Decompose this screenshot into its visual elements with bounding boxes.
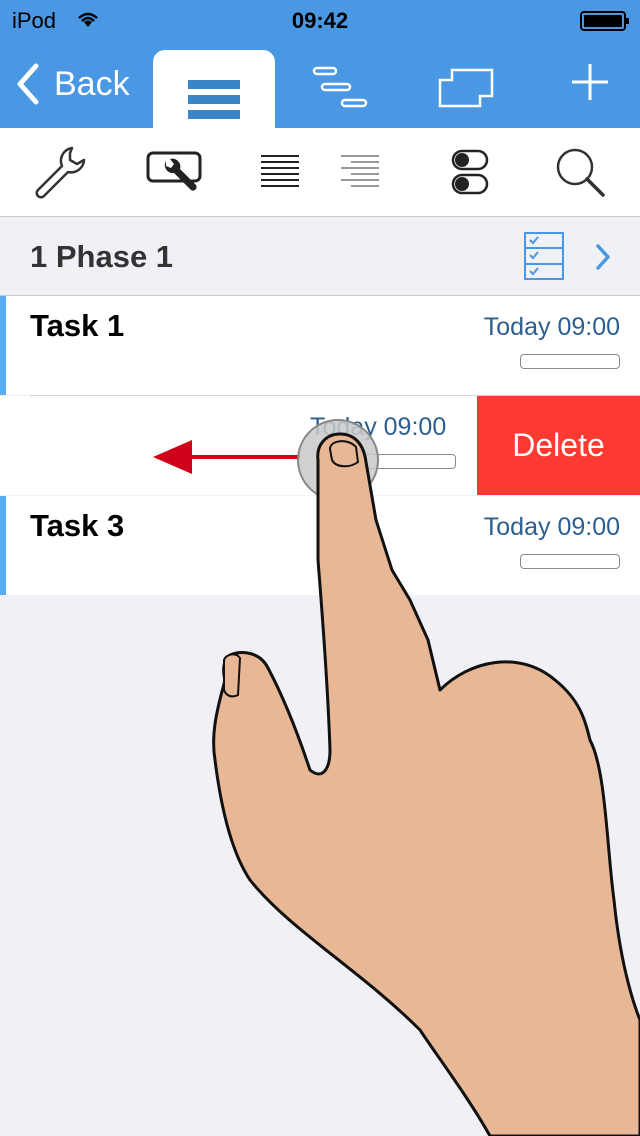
phase-header[interactable]: 1 Phase 1 bbox=[0, 217, 640, 296]
text-align-light-icon bbox=[341, 155, 379, 187]
checklist-icon[interactable] bbox=[523, 231, 565, 281]
delete-button[interactable]: Delete bbox=[477, 396, 640, 495]
layers-icon[interactable] bbox=[438, 68, 494, 108]
task-progress bbox=[358, 454, 456, 469]
back-label: Back bbox=[54, 64, 130, 103]
task-indicator bbox=[0, 496, 6, 595]
settings-button[interactable] bbox=[20, 128, 100, 216]
chevron-right-icon[interactable] bbox=[594, 243, 612, 271]
task-row[interactable]: Task 3 Today 09:00 bbox=[0, 496, 640, 595]
task-date: Today 09:00 bbox=[310, 413, 447, 441]
nav-bar: Back bbox=[0, 40, 640, 130]
status-bar: iPod 09:42 bbox=[0, 0, 640, 40]
task-progress bbox=[520, 354, 620, 369]
search-icon bbox=[556, 148, 605, 197]
search-button[interactable] bbox=[545, 128, 615, 216]
text-align-light-button[interactable] bbox=[330, 128, 390, 216]
toggle-icon bbox=[451, 149, 489, 195]
task-name: Task 3 bbox=[30, 508, 125, 543]
chevron-left-icon bbox=[17, 63, 39, 105]
task-name: Task 1 bbox=[30, 308, 125, 343]
list-view-icon bbox=[188, 80, 240, 119]
add-icon[interactable] bbox=[570, 62, 610, 102]
back-button[interactable]: Back bbox=[14, 62, 130, 106]
clock: 09:42 bbox=[291, 8, 349, 33]
task-indicator bbox=[0, 296, 6, 395]
task-tools-icon bbox=[146, 151, 202, 191]
task-date: Today 09:00 bbox=[483, 513, 620, 541]
text-align-icon bbox=[261, 155, 299, 187]
gantt-icon[interactable] bbox=[312, 66, 368, 108]
phase-title: 1 Phase 1 bbox=[30, 239, 174, 274]
toolbar bbox=[0, 128, 640, 217]
task-tools-button[interactable] bbox=[135, 128, 215, 216]
task-date: Today 09:00 bbox=[483, 313, 620, 341]
task-row[interactable]: Task 1 Today 09:00 bbox=[0, 296, 640, 395]
wrench-icon bbox=[35, 146, 86, 199]
battery-icon bbox=[580, 11, 629, 31]
tab-list-view[interactable] bbox=[153, 50, 275, 130]
thumbnail-icon bbox=[223, 653, 242, 698]
task-progress bbox=[520, 554, 620, 569]
text-align-button[interactable] bbox=[250, 128, 310, 216]
toggle-button[interactable] bbox=[435, 128, 505, 216]
